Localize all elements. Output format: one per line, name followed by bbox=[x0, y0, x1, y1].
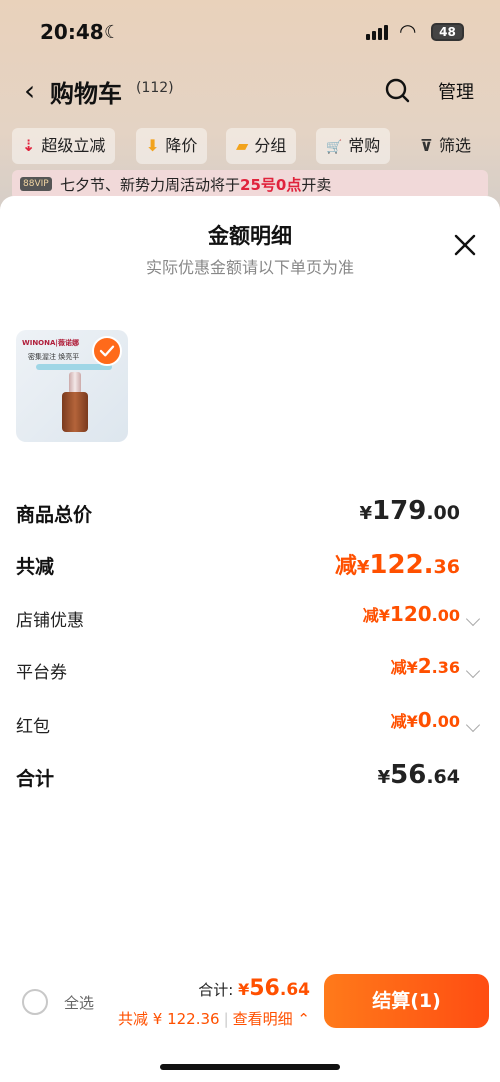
total-summary: 合计: ¥56.64 bbox=[198, 976, 310, 1001]
product-brand: WINONA|薇诺娜 bbox=[22, 339, 79, 347]
promo-text-end: 开卖 bbox=[301, 176, 332, 194]
amount-detail-sheet: 金额明细 实际优惠金额请以下单页为准 WINONA|薇诺娜 密集渥注 焕亮平 商… bbox=[0, 196, 500, 1082]
row-subtotal: 商品总价 ¥179.00 bbox=[16, 494, 484, 534]
row-value: 减¥122.36 bbox=[334, 550, 460, 580]
status-time: 20:48 bbox=[40, 20, 104, 44]
filter-label: 筛选 bbox=[439, 136, 472, 155]
total-label: 合计: bbox=[198, 981, 234, 999]
home-indicator bbox=[160, 1064, 340, 1070]
filter-label: 常购 bbox=[348, 136, 381, 155]
back-icon[interactable]: ‹ bbox=[24, 74, 35, 107]
filter-label: 超级立减 bbox=[41, 136, 106, 155]
chevron-down-icon bbox=[465, 611, 481, 627]
checkout-bar: 全选 合计: ¥56.64 共减 ¥ 122.36 | 查看明细 ⌃ 结算(1) bbox=[0, 960, 500, 1082]
savings-summary: 共减 ¥ 122.36 | 查看明细 ⌃ bbox=[118, 1010, 310, 1028]
row-value: 减¥0.00 bbox=[390, 708, 460, 732]
filter-group[interactable]: ▰ 分组 bbox=[226, 128, 297, 164]
filter-frequent[interactable]: 🛒 常购 bbox=[316, 128, 391, 164]
close-icon[interactable] bbox=[452, 232, 478, 258]
row-value: ¥56.64 bbox=[377, 760, 460, 790]
filter-bar: ⇣ 超级立减 ⬇ 降价 ▰ 分组 🛒 常购 ⊽ 筛选 bbox=[0, 124, 500, 168]
page-title: 购物车 bbox=[50, 80, 122, 108]
row-label: 合计 bbox=[16, 768, 55, 790]
filter-price-drop[interactable]: ⬇ 降价 bbox=[136, 128, 208, 164]
nav-bar: ‹ 购物车 (112) 管理 bbox=[0, 70, 500, 114]
row-platform-coupon[interactable]: 平台券 减¥2.36 bbox=[16, 652, 484, 692]
search-icon[interactable] bbox=[384, 77, 410, 103]
row-grand-total: 合计 ¥56.64 bbox=[16, 758, 484, 798]
row-label: 店铺优惠 bbox=[16, 611, 84, 631]
cart-count: (112) bbox=[136, 80, 174, 96]
filter-label: 分组 bbox=[254, 136, 287, 155]
chevron-down-icon bbox=[465, 663, 481, 679]
promo-highlight: 25号0点 bbox=[240, 176, 302, 194]
promo-text: 七夕节、新势力周活动将于 bbox=[60, 176, 241, 194]
serum-bottle-icon bbox=[62, 392, 88, 432]
checkout-button[interactable]: 结算(1) bbox=[324, 974, 489, 1028]
cellular-signal-icon bbox=[366, 25, 388, 40]
sheet-title: 金额明细 bbox=[208, 224, 292, 248]
chevron-up-icon: ⌃ bbox=[292, 1010, 310, 1028]
savings-text: 共减 ¥ 122.36 bbox=[118, 1010, 220, 1028]
row-label: 红包 bbox=[16, 717, 50, 737]
row-label: 商品总价 bbox=[16, 504, 93, 526]
battery-indicator: 48 bbox=[431, 23, 464, 41]
view-detail-link[interactable]: 查看明细 bbox=[233, 1010, 293, 1028]
product-slogan: 密集渥注 焕亮平 bbox=[28, 353, 80, 361]
checkmark-icon bbox=[92, 336, 122, 366]
select-all-label[interactable]: 全选 bbox=[64, 992, 94, 1013]
row-label: 共减 bbox=[16, 556, 55, 578]
filter-label: 降价 bbox=[165, 136, 198, 155]
total-amount: ¥56.64 bbox=[238, 976, 310, 1001]
select-all-radio[interactable] bbox=[22, 989, 48, 1015]
row-value: 减¥2.36 bbox=[390, 654, 460, 678]
filter-funnel-icon: ⊽ bbox=[420, 136, 433, 155]
status-bar: 20:48 ☾ ◠ 48 bbox=[0, 0, 500, 64]
sheet-subtitle: 实际优惠金额请以下单页为准 bbox=[145, 258, 354, 277]
moon-icon: ☾ bbox=[104, 22, 121, 43]
row-value: ¥179.00 bbox=[359, 496, 460, 526]
folder-icon: ▰ bbox=[236, 136, 249, 155]
vip-badge: 88VIP bbox=[20, 177, 52, 191]
filter-button[interactable]: ⊽ 筛选 bbox=[410, 128, 481, 164]
arrow-down-icon: ⇣ bbox=[22, 136, 36, 155]
row-red-packet[interactable]: 红包 减¥0.00 bbox=[16, 706, 484, 746]
wifi-icon: ◠ bbox=[399, 19, 417, 43]
row-total-discount: 共减 减¥122.36 bbox=[16, 546, 484, 586]
row-value: 减¥120.00 bbox=[362, 602, 460, 626]
price-drop-icon: ⬇ bbox=[146, 136, 160, 155]
manage-button[interactable]: 管理 bbox=[438, 78, 474, 104]
row-shop-discount[interactable]: 店铺优惠 减¥120.00 bbox=[16, 600, 484, 640]
filter-super-discount[interactable]: ⇣ 超级立减 bbox=[12, 128, 116, 164]
cart-icon: 🛒 bbox=[326, 140, 343, 155]
dropper-icon bbox=[69, 372, 81, 394]
row-label: 平台券 bbox=[16, 663, 67, 683]
chevron-down-icon bbox=[465, 717, 481, 733]
